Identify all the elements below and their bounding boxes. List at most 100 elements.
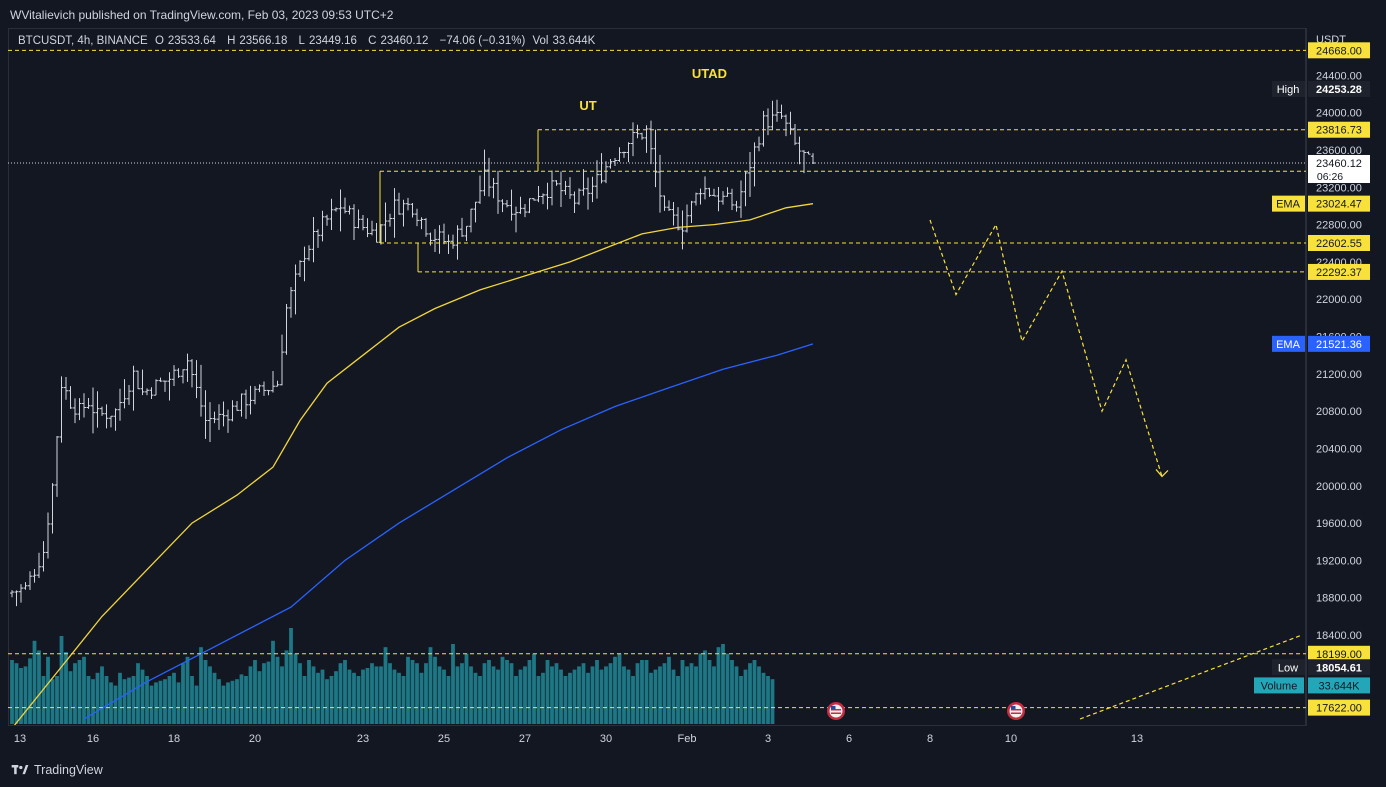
us-flag-event-icon-canton xyxy=(1011,706,1016,710)
volume-bar xyxy=(32,640,37,724)
x-tick-label: 8 xyxy=(927,733,933,745)
volume-bar xyxy=(244,676,248,724)
us-flag-event-icon-stripe xyxy=(1011,712,1021,714)
volume-bar xyxy=(46,656,50,724)
volume-bar xyxy=(748,663,752,724)
volume-bar xyxy=(280,666,284,724)
volume-bar xyxy=(482,663,487,724)
volume-bar xyxy=(55,676,59,724)
x-tick-label: 13 xyxy=(1131,733,1143,745)
volume-bar xyxy=(95,672,100,724)
price-label: Low xyxy=(1278,662,1298,674)
volume-bar xyxy=(100,666,104,724)
volume-bar xyxy=(658,666,662,724)
y-tick-label: 19200.00 xyxy=(1316,555,1362,567)
y-tick-label: 22000.00 xyxy=(1316,294,1362,306)
volume-bar xyxy=(397,672,401,724)
volume-bar xyxy=(91,679,95,724)
volume-bar xyxy=(82,656,86,724)
volume-bar xyxy=(329,676,334,724)
volume-bar xyxy=(374,666,379,724)
volume-bar xyxy=(325,679,329,724)
volume-bar xyxy=(694,666,698,724)
x-tick-label: 23 xyxy=(357,733,369,745)
volume-bar xyxy=(356,676,361,724)
trend-line xyxy=(1079,634,1303,720)
volume-bar xyxy=(500,656,505,724)
volume-bar xyxy=(527,660,532,724)
price-value: 18054.61 xyxy=(1316,662,1362,674)
price-chart[interactable]: UT UTAD 17622.00 18400.00 18800.00 19200.00 19… xyxy=(0,0,1386,787)
us-flag-event-icon-stripe xyxy=(831,712,841,714)
volume-bar xyxy=(653,669,658,724)
countdown-text: 06:26 xyxy=(1317,171,1343,183)
volume-bar xyxy=(514,676,518,724)
volume-bar xyxy=(293,653,298,724)
footer xyxy=(0,755,1386,787)
volume-bar xyxy=(631,676,635,724)
volume-bar xyxy=(424,663,428,724)
y-tick-label: 18800.00 xyxy=(1316,593,1362,605)
volume-bar xyxy=(550,666,554,724)
volume-bar xyxy=(212,672,217,724)
volume-bar xyxy=(464,653,469,724)
tradingview-logo-icon xyxy=(11,765,29,775)
volume-bar xyxy=(743,669,748,724)
volume-bar xyxy=(320,669,325,724)
x-tick-label: 16 xyxy=(87,733,99,745)
volume-bar xyxy=(689,663,694,724)
volume-value: 33.644K xyxy=(1319,680,1361,692)
volume-bar xyxy=(446,676,451,724)
volume-bar xyxy=(568,672,572,724)
x-tick-label: Feb xyxy=(678,733,697,745)
tradingview-brand[interactable]: TradingView xyxy=(10,763,103,777)
ema-fast-label: EMA xyxy=(1276,199,1301,211)
volume-bar xyxy=(671,669,676,724)
x-tick-label: 10 xyxy=(1005,733,1017,745)
volume-bar xyxy=(185,656,190,724)
volume-bar xyxy=(455,666,460,724)
volume-bar xyxy=(563,676,568,724)
volume-bar xyxy=(662,663,667,724)
volume-bar xyxy=(343,660,347,724)
ema-fast-value: 23024.47 xyxy=(1316,199,1362,211)
x-tick-label: 18 xyxy=(168,733,180,745)
volume-bar xyxy=(275,656,280,724)
volume-bar xyxy=(635,663,640,724)
volume-bar xyxy=(365,668,370,724)
volume-bar xyxy=(23,666,28,724)
volume-bar xyxy=(469,666,473,724)
volume-bar xyxy=(352,672,356,724)
x-tick-label: 3 xyxy=(765,733,771,745)
volume-bar xyxy=(518,669,523,724)
x-tick-label: 30 xyxy=(600,733,612,745)
volume-bar xyxy=(721,644,725,724)
volume-bar xyxy=(586,672,590,724)
level-badge-text: 22602.55 xyxy=(1316,238,1362,250)
y-tick-label: 22800.00 xyxy=(1316,220,1362,232)
volume-bar xyxy=(248,666,253,724)
volume-bar xyxy=(608,663,613,724)
volume-bar xyxy=(725,653,730,724)
volume-bar xyxy=(415,663,419,724)
level-badge-text: 22292.37 xyxy=(1316,267,1362,279)
x-tick-label: 20 xyxy=(249,733,261,745)
volume-bar xyxy=(473,672,478,724)
volume-bar xyxy=(347,669,352,724)
volume-bar xyxy=(379,666,383,724)
volume-bar xyxy=(545,660,550,724)
volume-bar xyxy=(239,674,244,724)
volume-bar xyxy=(37,650,41,724)
volume-bar xyxy=(505,660,509,724)
volume-bar xyxy=(163,679,167,724)
volume-bar xyxy=(626,669,631,724)
volume-bar xyxy=(739,676,743,724)
volume-bar xyxy=(104,676,109,724)
volume-bar xyxy=(523,666,527,724)
volume-bar xyxy=(680,660,685,724)
volume-bar xyxy=(640,660,644,724)
volume-bar xyxy=(235,679,239,724)
volume-label: Volume xyxy=(1261,680,1298,692)
volume-bar xyxy=(590,666,595,724)
volume-bar xyxy=(730,660,734,724)
